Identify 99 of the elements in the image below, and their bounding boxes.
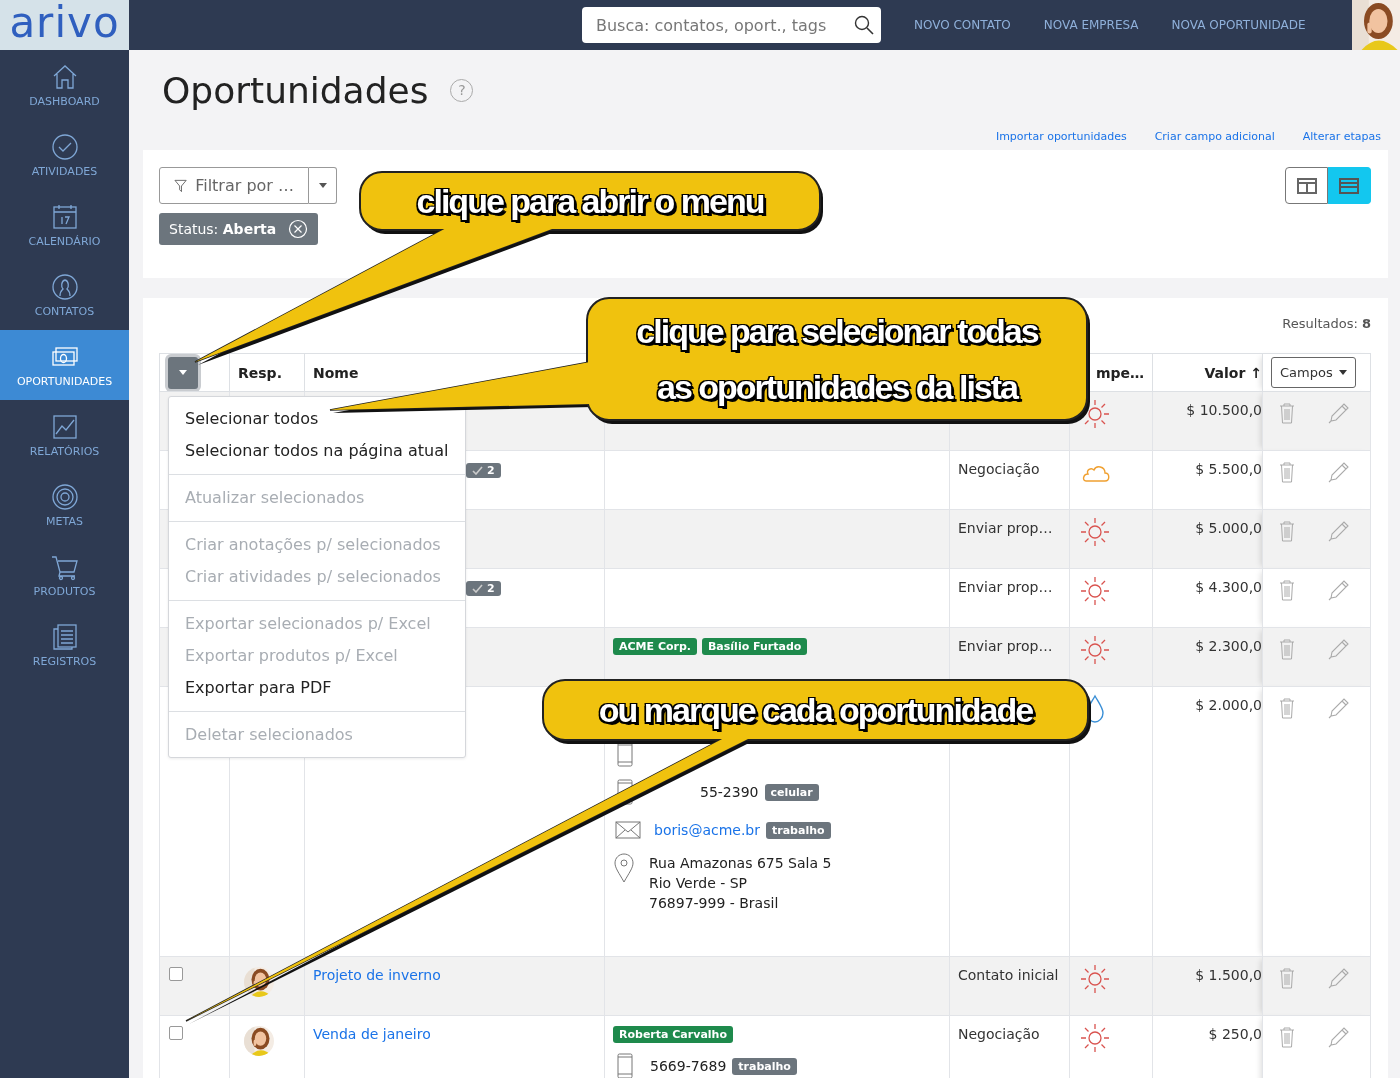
value-text: $ 5.500,0	[1195, 461, 1262, 477]
funnel-icon	[174, 178, 188, 193]
menu-item[interactable]: Selecionar todos	[169, 403, 465, 435]
mobile-phone-icon	[617, 1053, 633, 1078]
pencil-icon[interactable]	[1328, 1026, 1350, 1048]
fields-button[interactable]: Campos	[1271, 357, 1356, 388]
rows-icon	[1339, 177, 1359, 194]
menu-item[interactable]: Exportar para PDF	[169, 672, 465, 704]
trash-icon[interactable]	[1279, 697, 1295, 719]
target-icon	[50, 482, 79, 511]
callout-text: clique para selecionar todas as oportunidades da lista	[636, 311, 1038, 408]
nav-link[interactable]: NOVA EMPRESA	[1043, 18, 1139, 32]
value-text: $ 4.300,0	[1195, 579, 1262, 595]
sidebar-item[interactable]: RELATÓRIOS	[0, 400, 129, 470]
value-text: $ 250,0	[1208, 1026, 1262, 1042]
filter-text: Status: Aberta	[169, 221, 277, 237]
calendar-icon	[50, 202, 79, 231]
sidebar-item[interactable]: CALENDÁRIO	[0, 190, 129, 260]
logo[interactable]: arivo	[0, 0, 129, 50]
caret-icon	[179, 370, 187, 375]
link[interactable]: Criar campo adicional	[1154, 130, 1275, 150]
trash-icon[interactable]	[1279, 402, 1295, 424]
filter-button[interactable]: Filtrar por …	[159, 167, 309, 204]
mobile-phone-icon	[617, 741, 633, 767]
value-text: $ 5.000,0	[1195, 520, 1262, 536]
contact-tag[interactable]: Roberta Carvalho	[613, 1026, 733, 1043]
trash-icon[interactable]	[1279, 579, 1295, 601]
pencil-icon[interactable]	[1328, 579, 1350, 601]
task-count-badge: 2	[466, 581, 501, 596]
phone-number: 5669-7689	[650, 1057, 727, 1076]
link[interactable]: Alterar etapas	[1302, 130, 1381, 150]
pencil-icon[interactable]	[1328, 402, 1350, 424]
pencil-icon[interactable]	[1328, 697, 1350, 719]
trash-icon[interactable]	[1279, 1026, 1295, 1048]
caret-icon	[318, 183, 327, 188]
column-header[interactable]: Nome	[313, 364, 359, 381]
checkbox[interactable]	[169, 1026, 183, 1040]
view-toggle[interactable]	[1285, 167, 1328, 204]
caret-icon	[1338, 370, 1347, 375]
sidebar-item[interactable]: METAS	[0, 470, 129, 540]
email-link[interactable]: boris@acme.br	[654, 822, 760, 838]
contact-type-tag: trabalho	[732, 1057, 797, 1075]
person-icon	[50, 272, 79, 301]
stage-text: Enviar prop…	[958, 520, 1053, 536]
stage-text: Enviar prop…	[958, 579, 1053, 595]
contact-tag[interactable]: ACME Corp.	[613, 638, 697, 655]
link[interactable]: Importar oportunidades	[995, 130, 1127, 150]
task-count-badge: 2	[466, 463, 501, 478]
contact-type-tag: celular	[764, 783, 819, 801]
trash-icon[interactable]	[1279, 520, 1295, 542]
ledger-icon	[50, 622, 79, 651]
opportunity-link[interactable]: Projeto de inverno	[313, 967, 441, 983]
contact-tag[interactable]: Basílio Furtado	[702, 638, 808, 655]
line-chart-icon	[50, 412, 79, 441]
map-pin-icon	[613, 853, 635, 883]
bulk-menu-button[interactable]	[168, 356, 198, 389]
check-circle-icon	[50, 132, 79, 161]
stage-text: Contato inicial	[958, 967, 1059, 983]
opportunity-link[interactable]: Venda de janeiro	[313, 1026, 431, 1042]
check-icon	[472, 584, 483, 593]
trash-icon[interactable]	[1279, 967, 1295, 989]
sidebar-item[interactable]: REGISTROS	[0, 610, 129, 680]
sidebar-item[interactable]: ATIVIDADES	[0, 120, 129, 190]
close-icon[interactable]	[288, 219, 309, 239]
trash-icon[interactable]	[1279, 638, 1295, 660]
page-title: Oportunidades	[162, 69, 429, 111]
nav-link[interactable]: NOVA OPORTUNIDADE	[1171, 18, 1306, 32]
stage-text: Enviar prop…	[958, 638, 1053, 654]
search-field[interactable]: Busca: contatos, oport., tags	[582, 7, 881, 43]
nav-link[interactable]: NOVO CONTATO	[914, 18, 1011, 32]
sidebar-item[interactable]: OPORTUNIDADES	[0, 330, 129, 400]
pencil-icon[interactable]	[1328, 520, 1350, 542]
stage-text: Negociação	[958, 461, 1040, 477]
menu-item[interactable]: Selecionar todos na página atual	[169, 435, 465, 467]
value-text: $ 2.300,0	[1195, 638, 1262, 654]
pencil-icon[interactable]	[1328, 967, 1350, 989]
stage-text: Negociação	[958, 1026, 1040, 1042]
sidebar-item[interactable]: PRODUTOS	[0, 540, 129, 610]
view-toggle[interactable]	[1328, 167, 1371, 204]
value-text: $ 1.500,0	[1195, 967, 1262, 983]
dropdown-button[interactable]	[309, 167, 337, 204]
sidebar-item[interactable]: DASHBOARD	[0, 50, 129, 120]
address-text: Rua Amazonas 675 Sala 5 Rio Verde - SP 76897-999 - Brasil	[649, 854, 832, 913]
pencil-icon[interactable]	[1328, 638, 1350, 660]
contact-type-tag: trabalho	[766, 821, 831, 839]
search-icon	[854, 15, 874, 35]
phone-number: 55-2390	[700, 783, 759, 802]
sidebar-item[interactable]: CONTATOS	[0, 260, 129, 330]
pencil-icon[interactable]	[1328, 461, 1350, 483]
columns-icon	[1296, 177, 1317, 194]
envelope-icon	[615, 821, 641, 839]
results-count: Resultados: 8	[1282, 316, 1371, 331]
value-text: $ 10.500,0	[1186, 402, 1262, 418]
callout-text: clique para abrir o menu	[416, 181, 764, 222]
callout-text: ou marque cada oportunidade	[598, 690, 1033, 731]
trash-icon[interactable]	[1279, 461, 1295, 483]
value-text: $ 2.000,0	[1195, 697, 1262, 713]
check-icon	[472, 466, 483, 475]
checkbox[interactable]	[169, 967, 183, 981]
